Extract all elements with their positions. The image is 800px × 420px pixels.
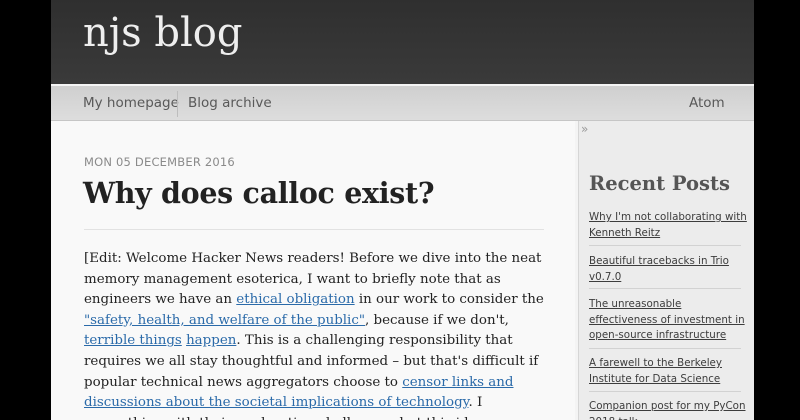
sidebar-toggle-icon[interactable]: » <box>581 122 588 136</box>
post-body: [Edit: Welcome Hacker News readers! Befo… <box>84 249 554 420</box>
recent-post-link[interactable]: The unreasonable effectiveness of invest… <box>589 297 747 344</box>
post-divider <box>589 391 741 392</box>
link-happen[interactable]: happen <box>186 333 236 348</box>
post-title[interactable]: Why does calloc exist? <box>83 176 435 210</box>
article: MON 05 DECEMBER 2016 Why does calloc exi… <box>51 121 575 420</box>
site-header: njs blog <box>51 0 754 84</box>
title-divider <box>84 229 544 230</box>
post-divider <box>589 245 741 246</box>
link-terrible-things[interactable]: terrible things <box>84 333 182 348</box>
sidebar: » Recent Posts Why I'm not collaborating… <box>578 121 754 420</box>
link-safety-health[interactable]: "safety, health, and welfare of the publ… <box>84 313 365 328</box>
nav-bar: My homepage Blog archive Atom <box>51 86 754 121</box>
post-date: MON 05 DECEMBER 2016 <box>84 155 235 169</box>
recent-post-link[interactable]: A farewell to the Berkeley Institute for… <box>589 356 747 387</box>
recent-post-link[interactable]: Companion post for my PyCon 2018 talk <box>589 399 747 420</box>
nav-link-archive[interactable]: Blog archive <box>188 95 272 111</box>
post-divider <box>589 348 741 349</box>
body-text-2: in our work to consider the <box>354 292 544 308</box>
link-ethical-obligation[interactable]: ethical obligation <box>236 292 354 307</box>
recent-posts-heading: Recent Posts <box>589 172 730 195</box>
post-divider <box>589 288 741 289</box>
site-title[interactable]: njs blog <box>83 10 243 56</box>
body-text-3: , because if we don't, <box>365 312 509 328</box>
page: njs blog My homepage Blog archive Atom M… <box>51 0 754 420</box>
nav-link-homepage[interactable]: My homepage <box>83 95 179 111</box>
nav-link-atom[interactable]: Atom <box>689 95 725 111</box>
recent-post-link[interactable]: Beautiful tracebacks in Trio v0.7.0 <box>589 254 747 285</box>
nav-divider <box>177 91 178 117</box>
recent-post-link[interactable]: Why I'm not collaborating with Kenneth R… <box>589 210 747 241</box>
